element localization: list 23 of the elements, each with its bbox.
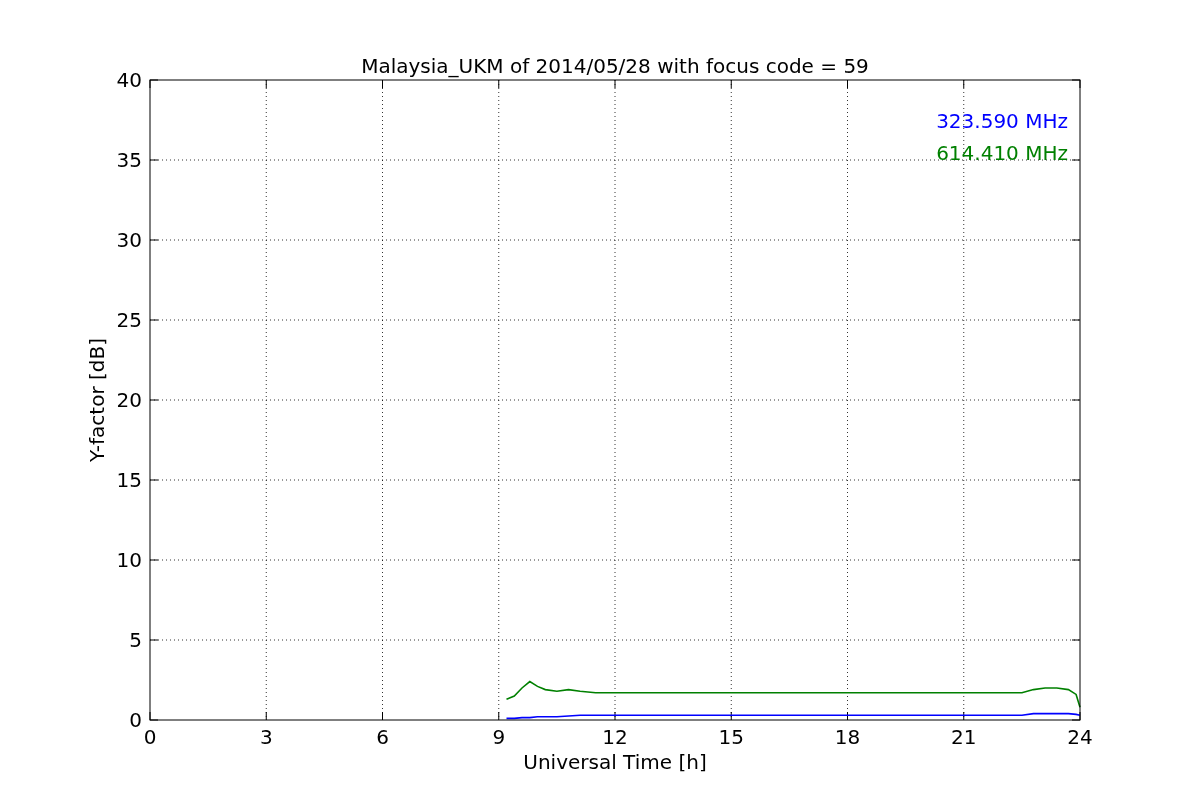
- x-tick-label: 12: [602, 725, 628, 749]
- x-tick-label: 9: [492, 725, 506, 749]
- y-tick-label: 40: [116, 68, 142, 92]
- y-tick-label: 25: [116, 308, 142, 332]
- chart-title: Malaysia_UKM of 2014/05/28 with focus code = 59: [361, 54, 869, 78]
- y-tick-label: 5: [129, 628, 142, 652]
- x-tick-label: 24: [1067, 725, 1093, 749]
- x-tick-label: 0: [143, 725, 157, 749]
- x-tick-label: 6: [376, 725, 389, 749]
- x-tick-label: 18: [834, 725, 861, 749]
- y-tick-label: 35: [116, 148, 142, 172]
- x-tick-label: 21: [951, 725, 977, 749]
- y-tick-label: 20: [116, 388, 142, 412]
- y-tick-label: 10: [116, 548, 142, 572]
- y-tick-label: 15: [116, 468, 142, 492]
- y-tick-label: 0: [129, 708, 142, 732]
- x-tick-label: 15: [718, 725, 744, 749]
- y-axis-label: Y-factor [dB]: [85, 338, 109, 462]
- legend-label: 323.590 MHz: [936, 109, 1068, 133]
- x-axis-label: Universal Time [h]: [523, 750, 707, 774]
- y-tick-label: 30: [116, 228, 142, 252]
- x-tick-label: 3: [259, 725, 273, 749]
- legend-label: 614.410 MHz: [936, 141, 1068, 165]
